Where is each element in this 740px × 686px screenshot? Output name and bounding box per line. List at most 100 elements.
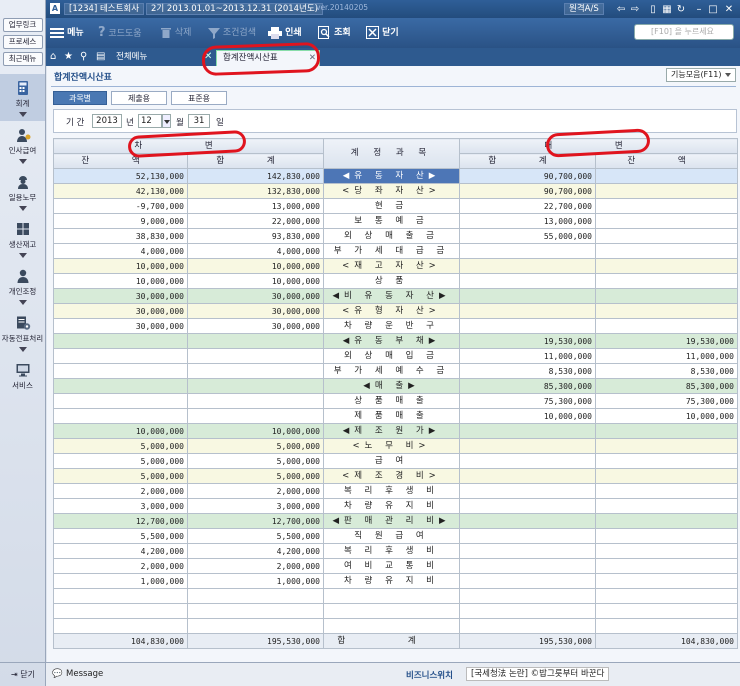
debit-total-cell[interactable]: 4,000,000: [187, 243, 324, 259]
credit-balance-cell[interactable]: [595, 543, 738, 559]
debit-total-cell[interactable]: 5,500,000: [187, 528, 324, 544]
account-name-cell[interactable]: [323, 588, 460, 604]
debit-balance-cell[interactable]: 5,000,000: [53, 453, 188, 469]
account-name-cell[interactable]: 차 량 유 지 비: [323, 498, 460, 514]
subtab-submission[interactable]: 제출용: [111, 91, 167, 105]
account-name-cell[interactable]: ◀매 출▶: [323, 378, 460, 394]
credit-balance-cell[interactable]: [595, 243, 738, 259]
debit-total-cell[interactable]: 13,000,000: [187, 198, 324, 214]
debit-balance-cell[interactable]: 10,000,000: [53, 273, 188, 289]
credit-balance-cell[interactable]: [595, 168, 738, 184]
table-row[interactable]: 2,000,000 2,000,000 여 비 교 통 비: [53, 558, 738, 574]
table-row[interactable]: ◀매 출▶ 85,300,000 85,300,000: [53, 378, 738, 394]
credit-total-cell[interactable]: [459, 318, 596, 334]
credit-total-cell[interactable]: [459, 303, 596, 319]
account-name-cell[interactable]: 차 량 운 반 구: [323, 318, 460, 334]
search-button[interactable]: 조회: [318, 24, 351, 42]
table-row[interactable]: 제 품 매 출 10,000,000 10,000,000: [53, 408, 738, 424]
rail-item-accounting[interactable]: 회계: [0, 74, 45, 121]
account-name-cell[interactable]: <유 형 자 산>: [323, 303, 460, 319]
credit-total-cell[interactable]: [459, 468, 596, 484]
debit-balance-cell[interactable]: 52,130,000: [53, 168, 188, 184]
debit-total-cell[interactable]: [187, 393, 324, 409]
table-row[interactable]: 상 품 매 출 75,300,000 75,300,000: [53, 393, 738, 409]
table-row[interactable]: 5,000,000 5,000,000 급 여: [53, 453, 738, 469]
credit-balance-cell[interactable]: [595, 453, 738, 469]
debit-total-cell[interactable]: 2,000,000: [187, 483, 324, 499]
subtab-standard[interactable]: 표준용: [171, 91, 227, 105]
account-name-cell[interactable]: 외 상 매 출 금: [323, 228, 460, 244]
debit-total-cell[interactable]: 30,000,000: [187, 288, 324, 304]
debit-balance-cell[interactable]: 10,000,000: [53, 423, 188, 439]
credit-balance-cell[interactable]: 85,300,000: [595, 378, 738, 394]
debit-total-cell[interactable]: [187, 378, 324, 394]
credit-total-cell[interactable]: [459, 273, 596, 289]
quick-link-recent[interactable]: 최근메뉴: [2, 52, 43, 66]
news-ticker[interactable]: [국세청法 논란] ©밥그릇부터 바꾼다: [466, 667, 610, 681]
credit-total-cell[interactable]: 90,700,000: [459, 168, 596, 184]
credit-total-cell[interactable]: [459, 243, 596, 259]
credit-total-cell[interactable]: [459, 498, 596, 514]
debit-balance-cell[interactable]: 10,000,000: [53, 258, 188, 274]
debit-balance-cell[interactable]: [53, 603, 188, 619]
debit-total-cell[interactable]: 142,830,000: [187, 168, 324, 184]
table-row[interactable]: 10,000,000 10,000,000 ◀제 조 원 가▶: [53, 423, 738, 439]
year-input[interactable]: 2013: [92, 114, 122, 128]
delete-button[interactable]: 삭제: [160, 24, 191, 42]
table-row[interactable]: 외 상 매 입 금 11,000,000 11,000,000: [53, 348, 738, 364]
account-name-cell[interactable]: 차 량 유 지 비: [323, 573, 460, 589]
tab-all-menu[interactable]: 전체메뉴: [116, 50, 147, 66]
debit-balance-cell[interactable]: 38,830,000: [53, 228, 188, 244]
table-row[interactable]: 부 가 세 예 수 금 8,530,000 8,530,000: [53, 363, 738, 379]
day-input[interactable]: 31: [188, 114, 210, 128]
account-name-cell[interactable]: 여 비 교 통 비: [323, 558, 460, 574]
close-tab-icon[interactable]: ✕: [309, 51, 316, 66]
debit-total-cell[interactable]: 10,000,000: [187, 423, 324, 439]
debit-balance-cell[interactable]: [53, 618, 188, 634]
credit-total-cell[interactable]: 13,000,000: [459, 213, 596, 229]
debit-balance-cell[interactable]: -9,700,000: [53, 198, 188, 214]
account-name-cell[interactable]: 현 금: [323, 198, 460, 214]
search-icon[interactable]: ⚲: [80, 51, 87, 63]
quick-link-process[interactable]: 프로세스: [2, 35, 43, 49]
account-name-cell[interactable]: 부 가 세 예 수 금: [323, 363, 460, 379]
table-row[interactable]: [53, 603, 738, 619]
rail-item-payroll[interactable]: 인사급여: [0, 121, 45, 168]
close-button[interactable]: 닫기: [366, 24, 399, 42]
account-name-cell[interactable]: ◀비 유 동 자 산▶: [323, 288, 460, 304]
table-row[interactable]: 52,130,000 142,830,000 ◀유 동 자 산▶ 90,700,000: [53, 168, 738, 184]
code-help-button[interactable]: ? 코드도움: [98, 24, 142, 42]
back-icon[interactable]: ⇦: [614, 3, 628, 16]
table-row[interactable]: [53, 588, 738, 604]
credit-balance-cell[interactable]: [595, 288, 738, 304]
table-row[interactable]: 30,000,000 30,000,000 <유 형 자 산>: [53, 303, 738, 319]
credit-total-cell[interactable]: [459, 423, 596, 439]
credit-total-cell[interactable]: [459, 453, 596, 469]
calendar-icon[interactable]: ▤: [96, 51, 105, 63]
menu-search-input[interactable]: [F10] 을 누르세요: [634, 24, 734, 40]
debit-balance-cell[interactable]: 30,000,000: [53, 318, 188, 334]
account-name-cell[interactable]: ◀유 동 부 채▶: [323, 333, 460, 349]
credit-balance-cell[interactable]: 10,000,000: [595, 408, 738, 424]
home-icon[interactable]: ⌂: [50, 51, 56, 63]
debit-balance-cell[interactable]: 4,000,000: [53, 243, 188, 259]
credit-total-cell[interactable]: [459, 573, 596, 589]
table-row[interactable]: -9,700,000 13,000,000 현 금 22,700,000: [53, 198, 738, 214]
table-row[interactable]: [53, 618, 738, 634]
credit-balance-cell[interactable]: [595, 423, 738, 439]
account-name-cell[interactable]: 제 품 매 출: [323, 408, 460, 424]
credit-balance-cell[interactable]: [595, 213, 738, 229]
account-name-cell[interactable]: 상 품: [323, 273, 460, 289]
credit-total-cell[interactable]: 19,530,000: [459, 333, 596, 349]
credit-total-cell[interactable]: [459, 483, 596, 499]
credit-total-cell[interactable]: 22,700,000: [459, 198, 596, 214]
debit-total-cell[interactable]: 5,000,000: [187, 468, 324, 484]
debit-balance-cell[interactable]: [53, 348, 188, 364]
menu-button[interactable]: 메뉴: [50, 24, 84, 42]
debit-balance-cell[interactable]: 2,000,000: [53, 558, 188, 574]
credit-total-cell[interactable]: 85,300,000: [459, 378, 596, 394]
debit-total-cell[interactable]: 4,200,000: [187, 543, 324, 559]
debit-total-cell[interactable]: 30,000,000: [187, 303, 324, 319]
message-button[interactable]: Message: [66, 669, 103, 679]
debit-balance-cell[interactable]: 12,700,000: [53, 513, 188, 529]
